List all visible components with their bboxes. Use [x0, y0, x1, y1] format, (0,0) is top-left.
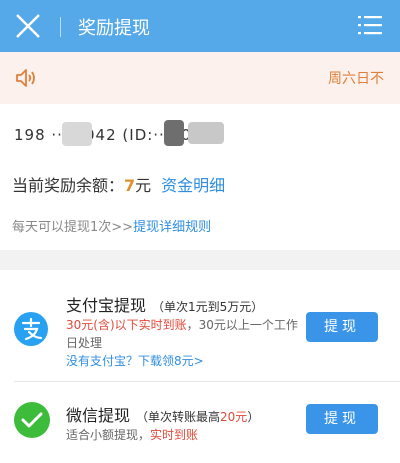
withdraw-rule: 每天可以提现1次>>提现详细规则: [12, 216, 211, 235]
alipay-icon: [14, 312, 48, 346]
speaker-icon: [16, 69, 35, 87]
redaction-blur: [188, 122, 224, 144]
alipay-limit: （单次1元到5万元）: [152, 300, 264, 314]
balance-line: 当前奖励余额：7元 资金明细: [12, 172, 225, 196]
wechat-title-line: 微信提现 （单次转账最高20元）: [66, 402, 259, 426]
redaction-blur: [164, 120, 184, 146]
balance-value: 7: [124, 176, 136, 195]
balance-card: 198 ··· 0042 (ID:···0030) 当前奖励余额：7元 资金明细 …: [0, 104, 400, 250]
header-divider: [60, 17, 61, 37]
wechat-withdraw-button[interactable]: 提现: [306, 404, 378, 434]
rule-prefix: 每天可以提现1次>>: [12, 220, 134, 235]
balance-unit: 元: [135, 176, 152, 195]
wechat-desc-prefix: 适合小额提现，: [66, 428, 151, 442]
wechat-pay-icon: [14, 402, 50, 438]
redaction-blur: [62, 122, 92, 146]
alipay-download-link[interactable]: 没有支付宝？下载领8元>: [66, 354, 204, 368]
wechat-title: 微信提现: [66, 406, 131, 425]
fund-detail-link[interactable]: 资金明细: [161, 176, 225, 195]
withdraw-methods: 支付宝提现 （单次1元到5万元） 30元(含)以下实时到账，30元以上一个工作日处…: [0, 270, 400, 463]
close-icon[interactable]: [14, 12, 42, 40]
alipay-desc: 30元(含)以下实时到账，30元以上一个工作日处理 没有支付宝？下载领8元>: [66, 316, 302, 370]
notice-text: 周六日不: [328, 71, 384, 87]
alipay-desc-red: 30元(含)以下实时到账: [66, 318, 187, 332]
notice-bar: 周六日不: [0, 52, 400, 104]
row-divider: [14, 381, 400, 382]
app-header: 奖励提现: [0, 0, 400, 52]
wechat-desc: 适合小额提现，实时到账: [66, 426, 302, 444]
wechat-desc-red: 实时到账: [150, 428, 199, 442]
wechat-limit: （单次转账最高20元）: [136, 410, 260, 424]
alipay-withdraw-button[interactable]: 提现: [306, 312, 378, 342]
menu-icon[interactable]: [358, 15, 382, 35]
alipay-title-line: 支付宝提现 （单次1元到5万元）: [66, 292, 263, 316]
alipay-title: 支付宝提现: [66, 296, 147, 315]
rule-link[interactable]: 提现详细规则: [133, 220, 211, 235]
balance-label: 当前奖励余额：: [12, 176, 125, 195]
page-title: 奖励提现: [78, 18, 150, 39]
